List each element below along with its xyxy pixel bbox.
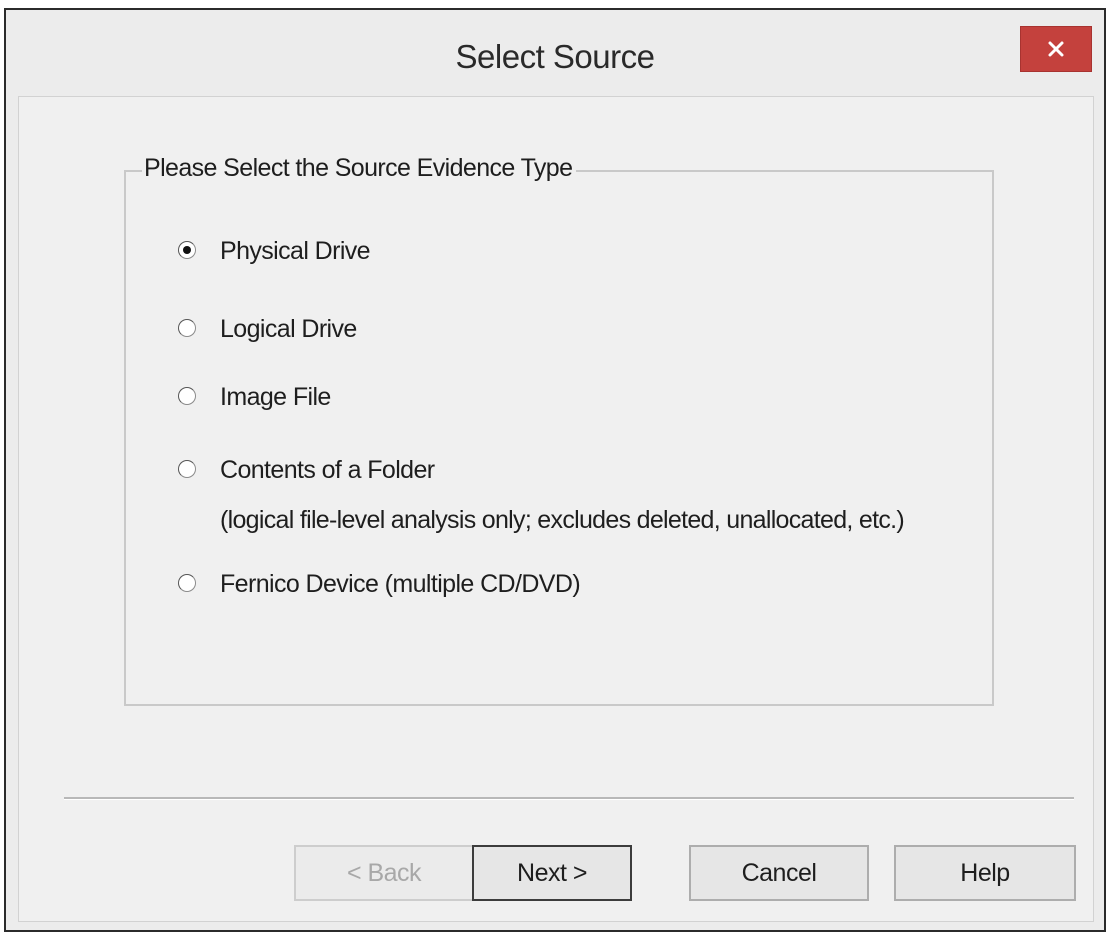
option-label-contents-of-folder: Contents of a Folder xyxy=(220,456,435,484)
back-button[interactable]: < Back xyxy=(294,845,474,901)
option-contents-of-folder[interactable]: Contents of a Folder (logical file-level… xyxy=(178,455,905,535)
close-button[interactable] xyxy=(1020,26,1092,72)
option-logical-drive[interactable]: Logical Drive xyxy=(178,314,357,344)
select-source-dialog: Select Source Please Select the Source E… xyxy=(4,8,1106,932)
help-button[interactable]: Help xyxy=(894,845,1076,901)
radio-image-file[interactable] xyxy=(178,387,196,405)
radio-fernico-device[interactable] xyxy=(178,574,196,592)
option-image-file[interactable]: Image File xyxy=(178,382,331,412)
radio-contents-of-folder[interactable] xyxy=(178,460,196,478)
cancel-button[interactable]: Cancel xyxy=(689,845,869,901)
button-divider xyxy=(64,797,1074,800)
option-label-image-file: Image File xyxy=(220,383,331,411)
option-label-physical-drive: Physical Drive xyxy=(220,237,371,265)
close-icon xyxy=(1048,41,1064,57)
group-legend: Please Select the Source Evidence Type xyxy=(142,154,577,183)
dialog-title: Select Source xyxy=(455,38,655,75)
next-button[interactable]: Next > xyxy=(472,845,632,901)
radio-logical-drive[interactable] xyxy=(178,319,196,337)
option-physical-drive[interactable]: Physical Drive xyxy=(178,236,371,266)
option-sublabel-contents-of-folder: (logical file-level analysis only; exclu… xyxy=(220,506,905,534)
dialog-body: Please Select the Source Evidence Type P… xyxy=(18,96,1094,922)
source-evidence-type-group: Please Select the Source Evidence Type P… xyxy=(124,154,994,706)
option-fernico-device[interactable]: Fernico Device (multiple CD/DVD) xyxy=(178,569,581,599)
option-label-logical-drive: Logical Drive xyxy=(220,315,357,343)
option-label-fernico-device: Fernico Device (multiple CD/DVD) xyxy=(220,570,581,598)
radio-physical-drive[interactable] xyxy=(178,241,196,259)
title-bar: Select Source xyxy=(6,10,1104,96)
